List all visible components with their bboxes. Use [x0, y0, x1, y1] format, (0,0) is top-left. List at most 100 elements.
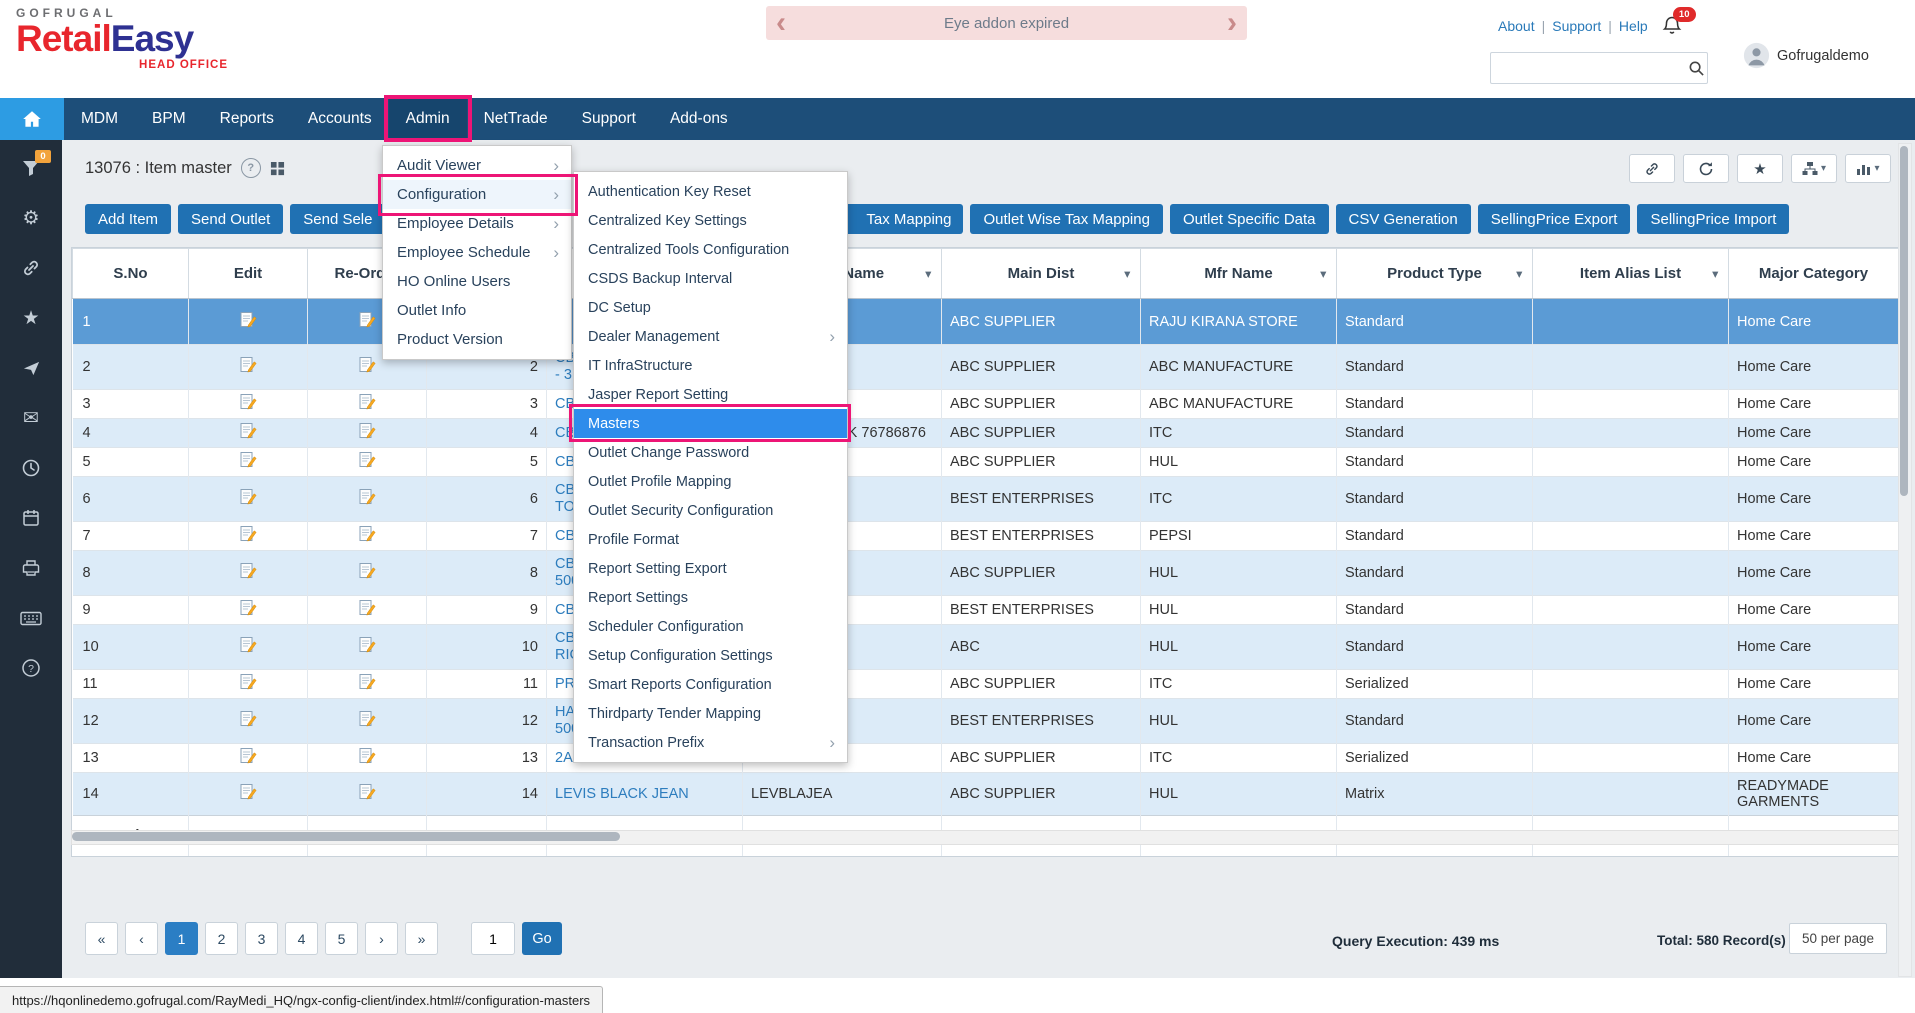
edit-document-icon[interactable]	[359, 747, 376, 765]
edit-document-icon[interactable]	[240, 451, 257, 469]
config-menu-item-it-infrastructure[interactable]: IT InfraStructure	[574, 351, 847, 380]
config-menu-item-thirdparty-tender-mapping[interactable]: Thirdparty Tender Mapping	[574, 699, 847, 728]
nav-item-admin[interactable]: Admin	[389, 98, 467, 140]
edit-document-icon[interactable]	[240, 562, 257, 580]
edit-document-icon[interactable]	[359, 488, 376, 506]
config-menu-item-outlet-security-configuration[interactable]: Outlet Security Configuration	[574, 496, 847, 525]
action-button-send-outlet[interactable]: Send Outlet	[178, 204, 283, 234]
config-menu-item-profile-format[interactable]: Profile Format	[574, 525, 847, 554]
column-header-edit[interactable]: Edit	[189, 249, 308, 299]
edit-document-icon[interactable]	[359, 783, 376, 801]
user-menu[interactable]: Gofrugaldemo	[1743, 42, 1869, 69]
help-link[interactable]: Help	[1619, 18, 1648, 34]
config-menu-item-report-settings[interactable]: Report Settings	[574, 583, 847, 612]
edit-document-icon[interactable]	[240, 422, 257, 440]
table-row[interactable]: 5 5CB AABC SUPPLIERHULStandardHome Care	[73, 448, 1899, 477]
table-row[interactable]: 10 10CB RICABCHULStandardHome Care	[73, 625, 1899, 670]
nav-item-accounts[interactable]: Accounts	[291, 98, 389, 140]
favorite-button[interactable]: ★	[1737, 154, 1783, 183]
action-button-sellingprice-import[interactable]: SellingPrice Import	[1637, 204, 1789, 234]
copy-link-button[interactable]	[1629, 154, 1675, 183]
admin-menu-item-employee-details[interactable]: Employee Details›	[383, 209, 571, 238]
notifications-bell[interactable]: 10	[1661, 14, 1687, 38]
per-page-select[interactable]: 50 per page	[1789, 923, 1887, 954]
settings-gear-icon[interactable]: ⚙	[19, 206, 43, 230]
edit-document-icon[interactable]	[359, 673, 376, 691]
admin-menu-item-product-version[interactable]: Product Version	[383, 325, 571, 354]
edit-document-icon[interactable]	[359, 422, 376, 440]
action-button-sellingprice-export[interactable]: SellingPrice Export	[1478, 204, 1631, 234]
about-link[interactable]: About	[1498, 18, 1535, 34]
nav-item-bpm[interactable]: BPM	[135, 98, 203, 140]
page-button-2[interactable]: 2	[205, 922, 238, 955]
go-button[interactable]: Go	[522, 922, 562, 955]
edit-document-icon[interactable]	[240, 488, 257, 506]
action-button-outlet-specific-data[interactable]: Outlet Specific Data	[1170, 204, 1329, 234]
edit-document-icon[interactable]	[359, 636, 376, 654]
config-menu-item-scheduler-configuration[interactable]: Scheduler Configuration	[574, 612, 847, 641]
title-help-icon[interactable]: ?	[241, 158, 261, 178]
admin-menu-item-outlet-info[interactable]: Outlet Info	[383, 296, 571, 325]
config-menu-item-centralized-key-settings[interactable]: Centralized Key Settings	[574, 206, 847, 235]
column-header-mfr-name[interactable]: Mfr Name▾	[1141, 249, 1337, 299]
hierarchy-view-button[interactable]: ▾	[1791, 154, 1837, 183]
config-menu-item-authentication-key-reset[interactable]: Authentication Key Reset	[574, 177, 847, 206]
refresh-button[interactable]	[1683, 154, 1729, 183]
column-header-main-dist[interactable]: Main Dist▾	[942, 249, 1141, 299]
column-filter-icon[interactable]: ▾	[1320, 267, 1326, 280]
config-menu-item-transaction-prefix[interactable]: Transaction Prefix›	[574, 728, 847, 757]
admin-menu-item-configuration[interactable]: Configuration›	[383, 180, 571, 209]
column-header-s-no[interactable]: S.No	[73, 249, 189, 299]
home-button[interactable]	[0, 98, 64, 140]
table-row[interactable]: 2 2CB - 3ABC SUPPLIERABC MANUFACTUREStan…	[73, 345, 1899, 390]
horizontal-scrollbar[interactable]	[71, 830, 1899, 845]
column-header-item-alias-list[interactable]: Item Alias List▾	[1533, 249, 1729, 299]
config-menu-item-outlet-change-password[interactable]: Outlet Change Password	[574, 438, 847, 467]
last-page-button[interactable]: »	[405, 922, 438, 955]
edit-document-icon[interactable]	[240, 710, 257, 728]
config-menu-item-csds-backup-interval[interactable]: CSDS Backup Interval	[574, 264, 847, 293]
chart-view-button[interactable]: ▾	[1845, 154, 1891, 183]
edit-document-icon[interactable]	[359, 710, 376, 728]
edit-document-icon[interactable]	[240, 747, 257, 765]
goto-page-input[interactable]	[471, 922, 515, 955]
clock-icon[interactable]	[19, 456, 43, 480]
horizontal-scrollbar-thumb[interactable]	[72, 832, 620, 841]
nav-item-nettrade[interactable]: NetTrade	[467, 98, 565, 140]
prev-page-button[interactable]: ‹	[125, 922, 158, 955]
admin-menu-item-audit-viewer[interactable]: Audit Viewer›	[383, 151, 571, 180]
page-button-4[interactable]: 4	[285, 922, 318, 955]
banner-prev-icon[interactable]: ‹	[776, 6, 786, 40]
edit-document-icon[interactable]	[240, 783, 257, 801]
page-button-5[interactable]: 5	[325, 922, 358, 955]
search-input[interactable]	[1491, 60, 1688, 76]
action-button-add-item[interactable]: Add Item	[85, 204, 171, 234]
action-button-outlet-wise-tax-mapping[interactable]: Outlet Wise Tax Mapping	[970, 204, 1162, 234]
table-row[interactable]: 12 12HAL 500BEST ENTERPRISESHULStandardH…	[73, 699, 1899, 744]
table-row[interactable]: 13 132A EVEREDY BATTERY2AEVERBATABC SUPP…	[73, 744, 1899, 773]
config-menu-item-centralized-tools-configuration[interactable]: Centralized Tools Configuration	[574, 235, 847, 264]
keyboard-icon[interactable]	[19, 606, 43, 630]
nav-item-support[interactable]: Support	[565, 98, 653, 140]
nav-item-mdm[interactable]: MDM	[64, 98, 135, 140]
config-menu-item-dealer-management[interactable]: Dealer Management›	[574, 322, 847, 351]
config-menu-item-outlet-profile-mapping[interactable]: Outlet Profile Mapping	[574, 467, 847, 496]
edit-document-icon[interactable]	[240, 393, 257, 411]
printer-icon[interactable]	[19, 556, 43, 580]
table-row[interactable]: 1 ABC SUPPLIERRAJU KIRANA STOREStandardH…	[73, 299, 1899, 345]
table-row[interactable]: 8 8CB 500ABC SUPPLIERHULStandardHome Car…	[73, 551, 1899, 596]
config-menu-item-jasper-report-setting[interactable]: Jasper Report Setting	[574, 380, 847, 409]
grid-view-icon[interactable]	[270, 161, 285, 176]
filter-icon[interactable]: 0	[19, 156, 43, 180]
vertical-scrollbar-thumb[interactable]	[1900, 146, 1908, 496]
page-button-1[interactable]: 1	[165, 922, 198, 955]
nav-item-reports[interactable]: Reports	[203, 98, 291, 140]
table-row[interactable]: 4 4CB K 76786876ABC SUPPLIERITCStandardH…	[73, 419, 1899, 448]
edit-document-icon[interactable]	[240, 599, 257, 617]
page-button-3[interactable]: 3	[245, 922, 278, 955]
banner-next-icon[interactable]: ›	[1227, 6, 1237, 40]
cell-item-name[interactable]: LEVIS BLACK JEAN	[547, 773, 743, 816]
edit-document-icon[interactable]	[240, 356, 257, 374]
help-icon[interactable]: ?	[19, 656, 43, 680]
column-filter-icon[interactable]: ▾	[925, 267, 931, 280]
